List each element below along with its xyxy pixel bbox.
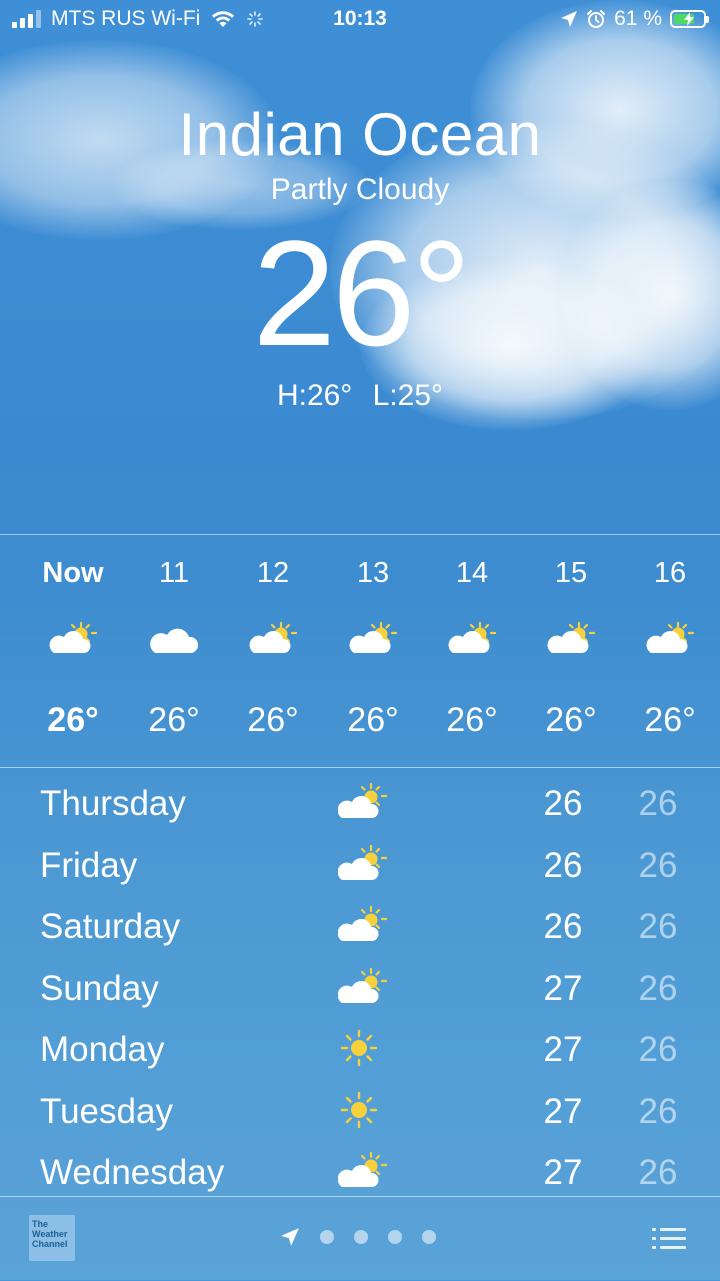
sun-icon [338, 1028, 388, 1068]
day-low: 26 [638, 845, 678, 885]
day-high: 27 [543, 968, 583, 1008]
page-indicator[interactable] [280, 1227, 436, 1247]
partly-cloudy-icon [447, 621, 497, 657]
low-temp: L:25° [372, 379, 444, 412]
day-name: Monday [40, 1030, 165, 1069]
day-name: Friday [40, 845, 138, 885]
hour-temp: 26° [247, 701, 299, 739]
bottom-toolbar: The Weather Channel [0, 1196, 720, 1281]
current-weather-header: Indian Ocean Partly Cloudy 26° H:26° L:2… [0, 100, 720, 413]
day-low: 26 [638, 1030, 678, 1069]
partly-cloudy-icon [338, 905, 388, 945]
battery-percent: 61 % [614, 7, 662, 30]
hour-label: 14 [455, 557, 489, 589]
hour-temp: 26° [446, 701, 498, 739]
hour-temp: 26° [644, 701, 696, 739]
day-low: 26 [638, 968, 678, 1008]
page-dot[interactable] [388, 1230, 402, 1244]
day-high: 27 [543, 1091, 583, 1131]
partly-cloudy-icon [338, 967, 388, 1007]
location-name: Indian Ocean [178, 101, 542, 168]
partly-cloudy-icon [348, 621, 398, 657]
day-high: 27 [543, 1153, 583, 1192]
daily-forecast[interactable]: Thursday 26 26 Friday 26 26 Saturday 26 … [0, 774, 720, 1205]
hour-label: 16 [653, 557, 687, 589]
page-dot[interactable] [354, 1230, 368, 1244]
hour-temp: 26° [47, 701, 99, 739]
partly-cloudy-icon [48, 621, 98, 657]
hour-label: 11 [158, 557, 190, 589]
partly-cloudy-icon [645, 621, 695, 657]
daily-row: Friday 26 26 [0, 836, 720, 898]
day-name: Wednesday [40, 1153, 225, 1192]
hour-temp: 26° [545, 701, 597, 739]
hour-temp: 26° [347, 701, 399, 739]
location-arrow-icon [561, 11, 578, 27]
hour-label: 12 [256, 557, 290, 589]
daily-row: Monday 27 26 [0, 1020, 720, 1082]
page-dot[interactable] [320, 1230, 334, 1244]
partly-cloudy-icon [338, 844, 388, 884]
hour-label: 15 [554, 557, 588, 589]
day-name: Tuesday [40, 1091, 173, 1131]
page-dot[interactable] [422, 1230, 436, 1244]
daily-row: Tuesday 27 26 [0, 1082, 720, 1144]
current-temperature: 26° [252, 209, 472, 377]
day-high: 26 [543, 784, 583, 823]
alarm-icon [587, 10, 606, 28]
cloud-icon [149, 621, 199, 657]
hour-label: Now [42, 557, 104, 589]
day-low: 26 [638, 907, 678, 946]
day-low: 26 [638, 1153, 678, 1192]
partly-cloudy-icon [546, 621, 596, 657]
partly-cloudy-icon [338, 782, 388, 822]
day-name: Thursday [40, 784, 186, 823]
battery-charging-icon [670, 10, 709, 28]
day-name: Sunday [40, 968, 159, 1008]
day-low: 26 [638, 784, 678, 823]
partly-cloudy-icon [248, 621, 298, 657]
daily-row: Saturday 26 26 [0, 897, 720, 959]
day-name: Saturday [40, 907, 181, 946]
day-low: 26 [638, 1091, 678, 1131]
hour-label: 13 [356, 557, 390, 589]
hourly-forecast[interactable]: Now 26° 11 26° 12 26° 13 26° 14 26° 15 2… [0, 534, 720, 768]
day-high: 26 [543, 907, 583, 946]
condition-label: Partly Cloudy [270, 173, 450, 206]
status-right: 61 % [560, 7, 709, 31]
location-arrow-icon[interactable] [280, 1227, 300, 1247]
daily-row: Sunday 27 26 [0, 959, 720, 1021]
sun-icon [338, 1090, 388, 1130]
daily-row: Thursday 26 26 [0, 774, 720, 836]
list-icon[interactable] [652, 1225, 686, 1253]
weather-channel-logo[interactable]: The Weather Channel [29, 1215, 75, 1261]
day-high: 26 [543, 845, 583, 885]
day-high: 27 [543, 1030, 583, 1069]
status-bar: MTS RUS Wi-Fi 10:13 61 % [0, 0, 720, 40]
high-temp: H:26° [276, 379, 353, 412]
high-low: H:26° L:25° [0, 379, 720, 413]
hour-temp: 26° [148, 701, 200, 739]
partly-cloudy-icon [338, 1151, 388, 1191]
